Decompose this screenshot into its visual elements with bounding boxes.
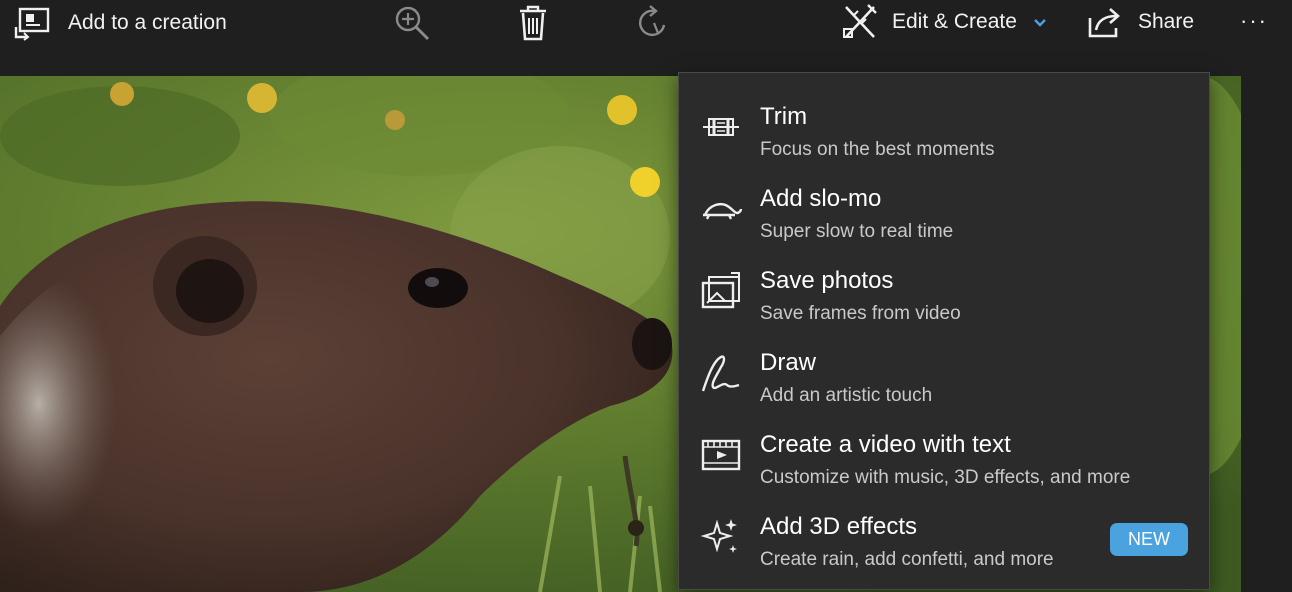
menu-item-title: Save photos — [760, 267, 894, 294]
share-label: Share — [1138, 10, 1195, 33]
share-button[interactable]: Share — [1086, 3, 1194, 41]
edit-create-menu: Trim Focus on the best moments Add slo-m… — [678, 72, 1210, 590]
trim-icon — [699, 105, 743, 149]
edit-create-label: Edit & Create — [892, 10, 1017, 33]
zoom-in-icon — [392, 3, 432, 43]
zoom-in-button[interactable] — [392, 3, 432, 43]
rotate-icon — [634, 3, 674, 43]
menu-item-title: Draw — [760, 349, 817, 376]
menu-item-create-video[interactable]: Create a video with text Customize with … — [679, 419, 1209, 501]
menu-item-slo-mo[interactable]: Add slo-mo Super slow to real time — [679, 173, 1209, 255]
menu-item-draw[interactable]: Draw Add an artistic touch — [679, 337, 1209, 419]
more-options-button[interactable]: ··· — [1240, 8, 1268, 34]
chevron-down-icon — [1033, 10, 1047, 34]
menu-item-title: Create a video with text — [760, 431, 1011, 458]
menu-item-subtitle: Create rain, add confetti, and more — [760, 549, 1054, 570]
rotate-button[interactable] — [634, 3, 674, 43]
more-icon: ··· — [1240, 8, 1268, 33]
add-to-creation-label: Add to a creation — [68, 11, 227, 34]
menu-item-subtitle: Save frames from video — [760, 303, 961, 324]
new-badge: NEW — [1110, 523, 1188, 556]
menu-item-save-photos[interactable]: Save photos Save frames from video — [679, 255, 1209, 337]
edit-create-icon — [842, 3, 878, 41]
menu-item-subtitle: Add an artistic touch — [760, 385, 933, 406]
menu-item-subtitle: Customize with music, 3D effects, and mo… — [760, 467, 1131, 488]
edit-create-button[interactable]: Edit & Create — [842, 3, 1047, 41]
sparkle-icon — [699, 515, 743, 559]
menu-item-subtitle: Focus on the best moments — [760, 139, 995, 160]
add-to-creation-icon — [14, 5, 52, 41]
menu-item-title: Trim — [760, 103, 808, 130]
right-margin — [1241, 76, 1292, 592]
top-toolbar: Add to a creation Edit & Create Share ··… — [0, 0, 1292, 76]
delete-button[interactable] — [516, 3, 550, 43]
share-icon — [1086, 4, 1124, 40]
save-frames-icon — [699, 269, 743, 313]
video-text-icon — [699, 433, 743, 477]
menu-item-subtitle: Super slow to real time — [760, 221, 954, 242]
menu-item-title: Add slo-mo — [760, 185, 882, 212]
menu-item-title: Add 3D effects — [760, 513, 917, 540]
menu-item-trim[interactable]: Trim Focus on the best moments — [679, 91, 1209, 173]
draw-icon — [699, 351, 743, 395]
turtle-icon — [699, 187, 743, 231]
menu-item-3d-effects[interactable]: Add 3D effects Create rain, add confetti… — [679, 501, 1209, 583]
trash-icon — [516, 3, 550, 43]
add-to-creation-button[interactable]: Add to a creation — [14, 4, 227, 42]
